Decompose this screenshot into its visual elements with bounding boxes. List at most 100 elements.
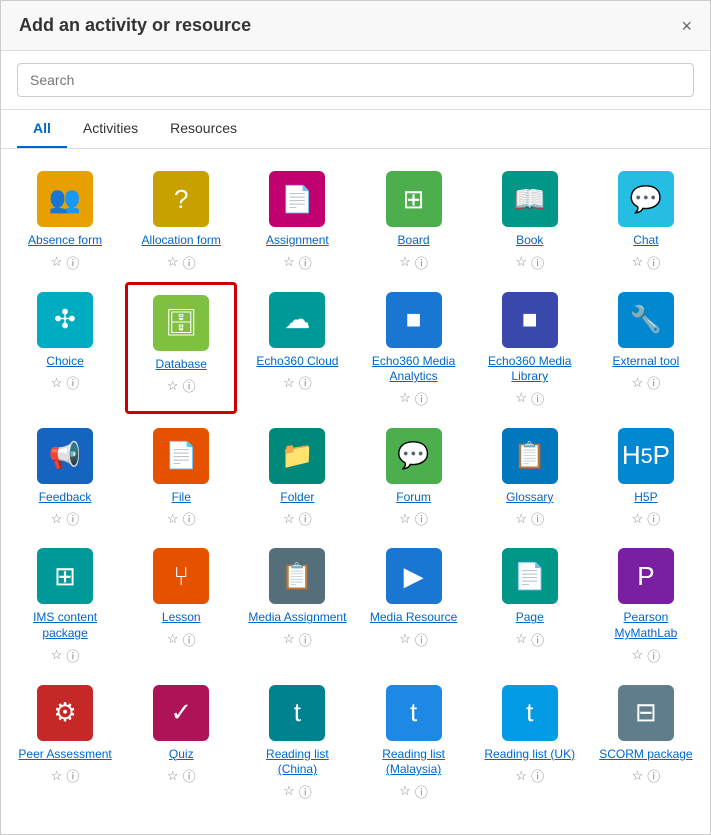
label-h5p[interactable]: H5P (634, 490, 657, 506)
item-page[interactable]: 📄Page☆ⓘ (474, 538, 586, 670)
star-icon-book[interactable]: ☆ (515, 254, 527, 270)
item-reading-list-china[interactable]: tReading list (China)☆ⓘ (241, 675, 353, 807)
label-reading-list-uk[interactable]: Reading list (UK) (484, 747, 575, 763)
star-icon-media-resource[interactable]: ☆ (399, 631, 411, 647)
star-icon-quiz[interactable]: ☆ (167, 768, 179, 784)
label-media-resource[interactable]: Media Resource (370, 610, 457, 626)
star-icon-board[interactable]: ☆ (399, 254, 411, 270)
info-icon-page[interactable]: ⓘ (531, 630, 544, 649)
info-icon-ims-content-package[interactable]: ⓘ (66, 646, 79, 665)
label-board[interactable]: Board (398, 233, 430, 249)
item-absence-form[interactable]: 👥Absence form☆ⓘ (9, 161, 121, 278)
label-choice[interactable]: Choice (46, 354, 83, 370)
item-assignment[interactable]: 📄Assignment☆ⓘ (241, 161, 353, 278)
label-reading-list-china[interactable]: Reading list (China) (245, 747, 349, 778)
info-icon-external-tool[interactable]: ⓘ (647, 373, 660, 392)
info-icon-glossary[interactable]: ⓘ (531, 509, 544, 528)
label-page[interactable]: Page (516, 610, 544, 626)
item-external-tool[interactable]: 🔧External tool☆ⓘ (590, 282, 702, 414)
star-icon-allocation-form[interactable]: ☆ (167, 254, 179, 270)
label-scorm-package[interactable]: SCORM package (599, 747, 692, 763)
info-icon-choice[interactable]: ⓘ (66, 373, 79, 392)
label-media-assignment[interactable]: Media Assignment (248, 610, 346, 626)
label-chat[interactable]: Chat (633, 233, 658, 249)
info-icon-file[interactable]: ⓘ (183, 509, 196, 528)
star-icon-lesson[interactable]: ☆ (167, 631, 179, 647)
item-pearson-mymathlab[interactable]: PPearson MyMathLab☆ⓘ (590, 538, 702, 670)
label-database[interactable]: Database (156, 357, 207, 373)
label-peer-assessment[interactable]: Peer Assessment (18, 747, 111, 763)
item-folder[interactable]: 📁Folder☆ⓘ (241, 418, 353, 535)
info-icon-lesson[interactable]: ⓘ (183, 630, 196, 649)
star-icon-file[interactable]: ☆ (167, 511, 179, 527)
star-icon-scorm-package[interactable]: ☆ (632, 768, 644, 784)
info-icon-peer-assessment[interactable]: ⓘ (66, 766, 79, 785)
label-quiz[interactable]: Quiz (169, 747, 194, 763)
star-icon-assignment[interactable]: ☆ (283, 254, 295, 270)
info-icon-folder[interactable]: ⓘ (299, 509, 312, 528)
info-icon-scorm-package[interactable]: ⓘ (647, 766, 660, 785)
info-icon-media-assignment[interactable]: ⓘ (299, 630, 312, 649)
info-icon-quiz[interactable]: ⓘ (183, 766, 196, 785)
label-forum[interactable]: Forum (396, 490, 431, 506)
item-reading-list-uk[interactable]: tReading list (UK)☆ⓘ (474, 675, 586, 807)
item-quiz[interactable]: ✓Quiz☆ⓘ (125, 675, 237, 807)
label-ims-content-package[interactable]: IMS content package (13, 610, 117, 641)
item-peer-assessment[interactable]: ⚙Peer Assessment☆ⓘ (9, 675, 121, 807)
info-icon-media-resource[interactable]: ⓘ (415, 630, 428, 649)
star-icon-absence-form[interactable]: ☆ (51, 254, 63, 270)
item-ims-content-package[interactable]: ⊞IMS content package☆ⓘ (9, 538, 121, 670)
star-icon-reading-list-china[interactable]: ☆ (283, 783, 295, 799)
info-icon-book[interactable]: ⓘ (531, 253, 544, 272)
label-glossary[interactable]: Glossary (506, 490, 553, 506)
item-database[interactable]: 🗄Database☆ⓘ (125, 282, 237, 414)
label-echo360-media-library[interactable]: Echo360 Media Library (478, 354, 582, 385)
item-allocation-form[interactable]: ?Allocation form☆ⓘ (125, 161, 237, 278)
info-icon-board[interactable]: ⓘ (415, 253, 428, 272)
search-input[interactable] (17, 63, 694, 97)
label-echo360-media-analytics[interactable]: Echo360 Media Analytics (361, 354, 465, 385)
item-media-resource[interactable]: ▶Media Resource☆ⓘ (357, 538, 469, 670)
tab-resources[interactable]: Resources (154, 110, 253, 148)
label-assignment[interactable]: Assignment (266, 233, 329, 249)
label-book[interactable]: Book (516, 233, 543, 249)
label-folder[interactable]: Folder (280, 490, 314, 506)
item-reading-list-malaysia[interactable]: tReading list (Malaysia)☆ⓘ (357, 675, 469, 807)
star-icon-glossary[interactable]: ☆ (515, 511, 527, 527)
item-h5p[interactable]: H5PH5P☆ⓘ (590, 418, 702, 535)
info-icon-absence-form[interactable]: ⓘ (66, 253, 79, 272)
star-icon-echo360-media-library[interactable]: ☆ (515, 390, 527, 406)
label-echo360-cloud[interactable]: Echo360 Cloud (256, 354, 338, 370)
item-file[interactable]: 📄File☆ⓘ (125, 418, 237, 535)
info-icon-h5p[interactable]: ⓘ (647, 509, 660, 528)
item-book[interactable]: 📖Book☆ⓘ (474, 161, 586, 278)
item-chat[interactable]: 💬Chat☆ⓘ (590, 161, 702, 278)
item-choice[interactable]: ✣Choice☆ⓘ (9, 282, 121, 414)
star-icon-h5p[interactable]: ☆ (632, 511, 644, 527)
star-icon-chat[interactable]: ☆ (632, 254, 644, 270)
star-icon-media-assignment[interactable]: ☆ (283, 631, 295, 647)
info-icon-reading-list-uk[interactable]: ⓘ (531, 766, 544, 785)
info-icon-assignment[interactable]: ⓘ (299, 253, 312, 272)
item-forum[interactable]: 💬Forum☆ⓘ (357, 418, 469, 535)
star-icon-external-tool[interactable]: ☆ (632, 375, 644, 391)
close-button[interactable]: × (681, 17, 692, 35)
star-icon-peer-assessment[interactable]: ☆ (51, 768, 63, 784)
tab-activities[interactable]: Activities (67, 110, 154, 148)
info-icon-pearson-mymathlab[interactable]: ⓘ (647, 646, 660, 665)
item-glossary[interactable]: 📋Glossary☆ⓘ (474, 418, 586, 535)
label-feedback[interactable]: Feedback (39, 490, 92, 506)
star-icon-forum[interactable]: ☆ (399, 511, 411, 527)
star-icon-database[interactable]: ☆ (167, 378, 179, 394)
item-lesson[interactable]: ⑂Lesson☆ⓘ (125, 538, 237, 670)
item-board[interactable]: ⊞Board☆ⓘ (357, 161, 469, 278)
star-icon-reading-list-uk[interactable]: ☆ (515, 768, 527, 784)
star-icon-echo360-media-analytics[interactable]: ☆ (399, 390, 411, 406)
info-icon-allocation-form[interactable]: ⓘ (183, 253, 196, 272)
item-echo360-cloud[interactable]: ☁Echo360 Cloud☆ⓘ (241, 282, 353, 414)
label-lesson[interactable]: Lesson (162, 610, 201, 626)
info-icon-echo360-media-library[interactable]: ⓘ (531, 389, 544, 408)
info-icon-reading-list-china[interactable]: ⓘ (299, 782, 312, 801)
star-icon-pearson-mymathlab[interactable]: ☆ (632, 647, 644, 663)
item-echo360-media-library[interactable]: ■Echo360 Media Library☆ⓘ (474, 282, 586, 414)
